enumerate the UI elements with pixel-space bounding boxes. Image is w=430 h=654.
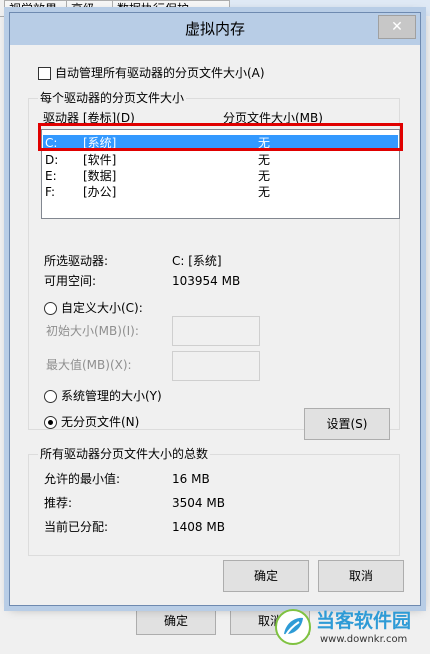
system-managed-label[interactable]: 系统管理的大小(Y)	[61, 389, 162, 403]
drive-letter: E:	[45, 169, 57, 183]
drive-letter: D:	[45, 153, 59, 167]
initial-size-input[interactable]	[172, 316, 260, 346]
min-allowed-value: 16 MB	[172, 472, 210, 486]
auto-manage-label[interactable]: 自动管理所有驱动器的分页文件大小(A)	[55, 66, 265, 80]
system-managed-radio[interactable]	[44, 390, 57, 403]
totals-group-label: 所有驱动器分页文件大小的总数	[38, 447, 211, 461]
drive-letter: F:	[45, 185, 56, 199]
list-item[interactable]: D: [软件] 无	[42, 152, 399, 168]
max-size-input[interactable]	[172, 351, 260, 381]
initial-size-label: 初始大小(MB)(I):	[46, 324, 139, 338]
custom-size-radio[interactable]	[44, 302, 57, 315]
site-watermark: 当客软件园 www.downkr.com	[274, 606, 424, 650]
current-allocated-value: 1408 MB	[172, 520, 225, 534]
radio-selected-dot	[48, 420, 53, 425]
no-paging-radio[interactable]	[44, 416, 57, 429]
no-paging-label[interactable]: 无分页文件(N)	[61, 415, 139, 429]
parent-ok-button[interactable]: 确定	[136, 607, 216, 635]
current-allocated-label: 当前已分配:	[44, 520, 109, 534]
set-button[interactable]: 设置(S)	[304, 408, 390, 440]
watermark-url: www.downkr.com	[320, 634, 408, 645]
ok-button[interactable]: 确定	[223, 560, 309, 592]
drive-label: [软件]	[83, 153, 117, 167]
cancel-button[interactable]: 取消	[318, 560, 404, 592]
list-item[interactable]: F: [办公] 无	[42, 184, 399, 200]
list-item[interactable]: E: [数据] 无	[42, 168, 399, 184]
drive-label: [数据]	[83, 169, 117, 183]
per-drive-group-label: 每个驱动器的分页文件大小	[38, 91, 187, 105]
drive-size: 无	[258, 185, 271, 199]
leaf-logo-icon	[275, 609, 311, 645]
free-space-value: 103954 MB	[172, 274, 241, 288]
watermark-brand: 当客软件园	[316, 610, 412, 632]
auto-manage-checkbox[interactable]	[38, 67, 51, 80]
selected-drive-value: C: [系统]	[172, 254, 222, 268]
recommended-value: 3504 MB	[172, 496, 225, 510]
virtual-memory-dialog: 虚拟内存 ✕ 自动管理所有驱动器的分页文件大小(A) 每个驱动器的分页文件大小 …	[9, 12, 421, 606]
annotation-highlight-box	[38, 123, 403, 151]
min-allowed-label: 允许的最小值:	[44, 472, 121, 486]
selected-drive-label: 所选驱动器:	[44, 254, 109, 268]
max-size-label: 最大值(MB)(X):	[46, 358, 132, 372]
drive-label: [办公]	[83, 185, 117, 199]
free-space-label: 可用空间:	[44, 274, 97, 288]
custom-size-label[interactable]: 自定义大小(C):	[61, 301, 143, 315]
close-button[interactable]: ✕	[378, 15, 416, 39]
dialog-title: 虚拟内存	[184, 20, 245, 38]
recommended-label: 推荐:	[44, 496, 73, 510]
drive-size: 无	[258, 153, 271, 167]
dialog-content: 自动管理所有驱动器的分页文件大小(A) 每个驱动器的分页文件大小 驱动器 [卷标…	[10, 45, 420, 605]
title-bar: 虚拟内存 ✕	[10, 13, 420, 45]
drive-size: 无	[258, 169, 271, 183]
